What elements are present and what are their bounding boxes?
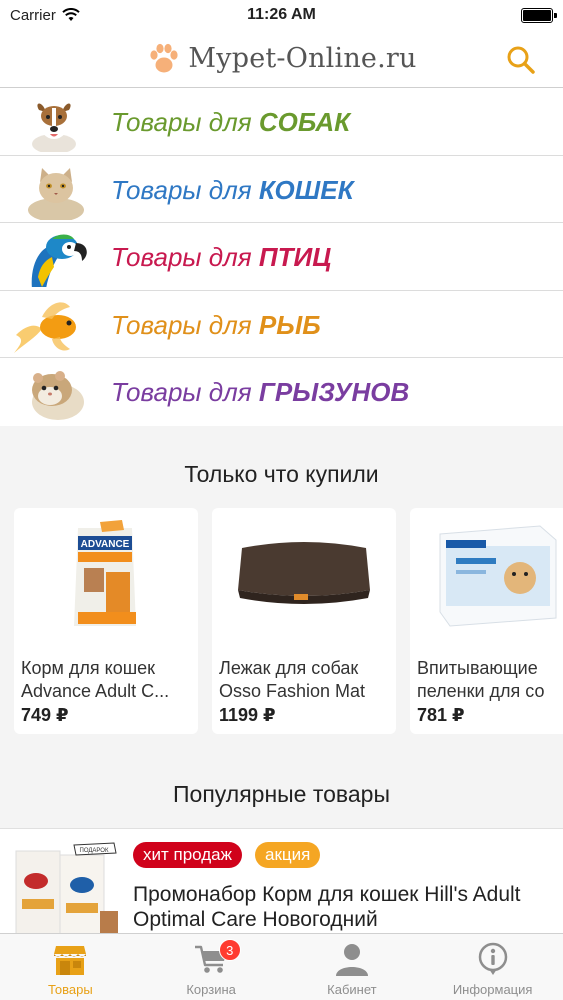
logo-text: Mypet-Online.ru [188,43,417,74]
category-name: РЫБ [258,309,321,340]
tab-label: Кабинет [327,982,377,997]
cat-image [28,167,84,220]
info-icon [478,942,507,975]
svg-text:ADVANCE: ADVANCE [81,539,130,550]
hills-promo-pack-image: ПОДАРОК [15,842,118,933]
tab-bar: Товары 3 Корзина Кабинет Информация [0,933,563,1000]
status-bar: Carrier 11:26 AM [0,0,563,30]
dog-image [32,103,76,152]
category-cats[interactable]: Товары для КОШЕК [0,156,563,223]
battery-icon [521,8,557,23]
product-price: 781 ₽ [417,705,465,725]
sale-badge: акция [255,842,321,868]
category-name: СОБАК [258,107,351,137]
header: Mypet-Online.ru [0,30,563,88]
product-card[interactable]: Лежак для собак Osso Fashion Mat 1199 ₽ [212,508,396,734]
pads-pack-image [439,525,557,627]
store-icon [54,946,87,975]
product-card[interactable]: Впитывающие пеленки для со 781 ₽ [410,508,563,734]
category-fish[interactable]: Товары для РЫБ [0,291,563,358]
search-icon[interactable] [505,44,537,76]
svg-text:ПОДАРОК: ПОДАРОК [80,848,109,854]
parrot-image [31,234,87,287]
carrier-label: Carrier [10,6,56,24]
product-name: Корм для кошек Advance Adult C... [21,658,170,701]
category-name: ПТИЦ [258,242,332,272]
category-name: ГРЫЗУНОВ [258,377,410,407]
product-price: 1199 ₽ [219,705,276,725]
wifi-icon [62,8,80,21]
cart-count-badge: 3 [218,939,241,961]
tab-info[interactable]: Информация [422,934,563,1000]
paw-logo-icon [150,43,179,72]
tab-products[interactable]: Товары [0,934,141,1000]
category-label: Товары для ГРЫЗУНОВ [111,377,410,407]
product-name: Впитывающие пеленки для со [417,658,545,701]
tab-account[interactable]: Кабинет [282,934,423,1000]
recent-products-carousel[interactable]: ADVANCE Корм для кошек Advance Adult C..… [14,508,563,736]
tab-label: Товары [48,982,93,997]
popular-product-item[interactable]: ПОДАРОК хит продаж акция Промонабор Корм… [0,828,563,933]
tab-label: Корзина [186,982,236,997]
hamster-image [32,371,84,420]
clock: 11:26 AM [247,6,316,23]
category-list: Товары для СОБАК Товары для КОШЕК Товары… [0,88,563,426]
product-name: Промонабор Корм для кошек Hill's Adult O… [133,883,521,931]
tab-label: Информация [452,982,533,997]
category-dogs[interactable]: Товары для СОБАК [0,88,563,156]
recent-title: Только что купили [184,461,379,487]
user-icon [335,944,368,976]
category-label: Товары для ПТИЦ [111,242,332,272]
category-rodents[interactable]: Товары для ГРЫЗУНОВ [0,358,563,426]
category-label: Товары для КОШЕК [111,174,354,205]
popular-title: Популярные товары [173,781,390,807]
dog-mat-image [238,542,370,604]
category-birds[interactable]: Товары для ПТИЦ [0,223,563,291]
cat-food-bag-image: ADVANCE [74,520,136,626]
bestseller-badge: хит продаж [133,842,242,868]
goldfish-image [14,301,76,353]
badge-group: хит продаж акция [133,842,321,868]
category-name: КОШЕК [258,174,354,205]
category-label: Товары для РЫБ [111,309,321,340]
product-card[interactable]: ADVANCE Корм для кошек Advance Adult C..… [14,508,198,734]
logo[interactable]: Mypet-Online.ru [146,41,416,77]
product-name: Лежак для собак Osso Fashion Mat [219,658,366,701]
tab-cart[interactable]: 3 Корзина [141,934,282,1000]
category-label: Товары для СОБАК [111,107,351,137]
product-price: 749 ₽ [21,705,69,725]
